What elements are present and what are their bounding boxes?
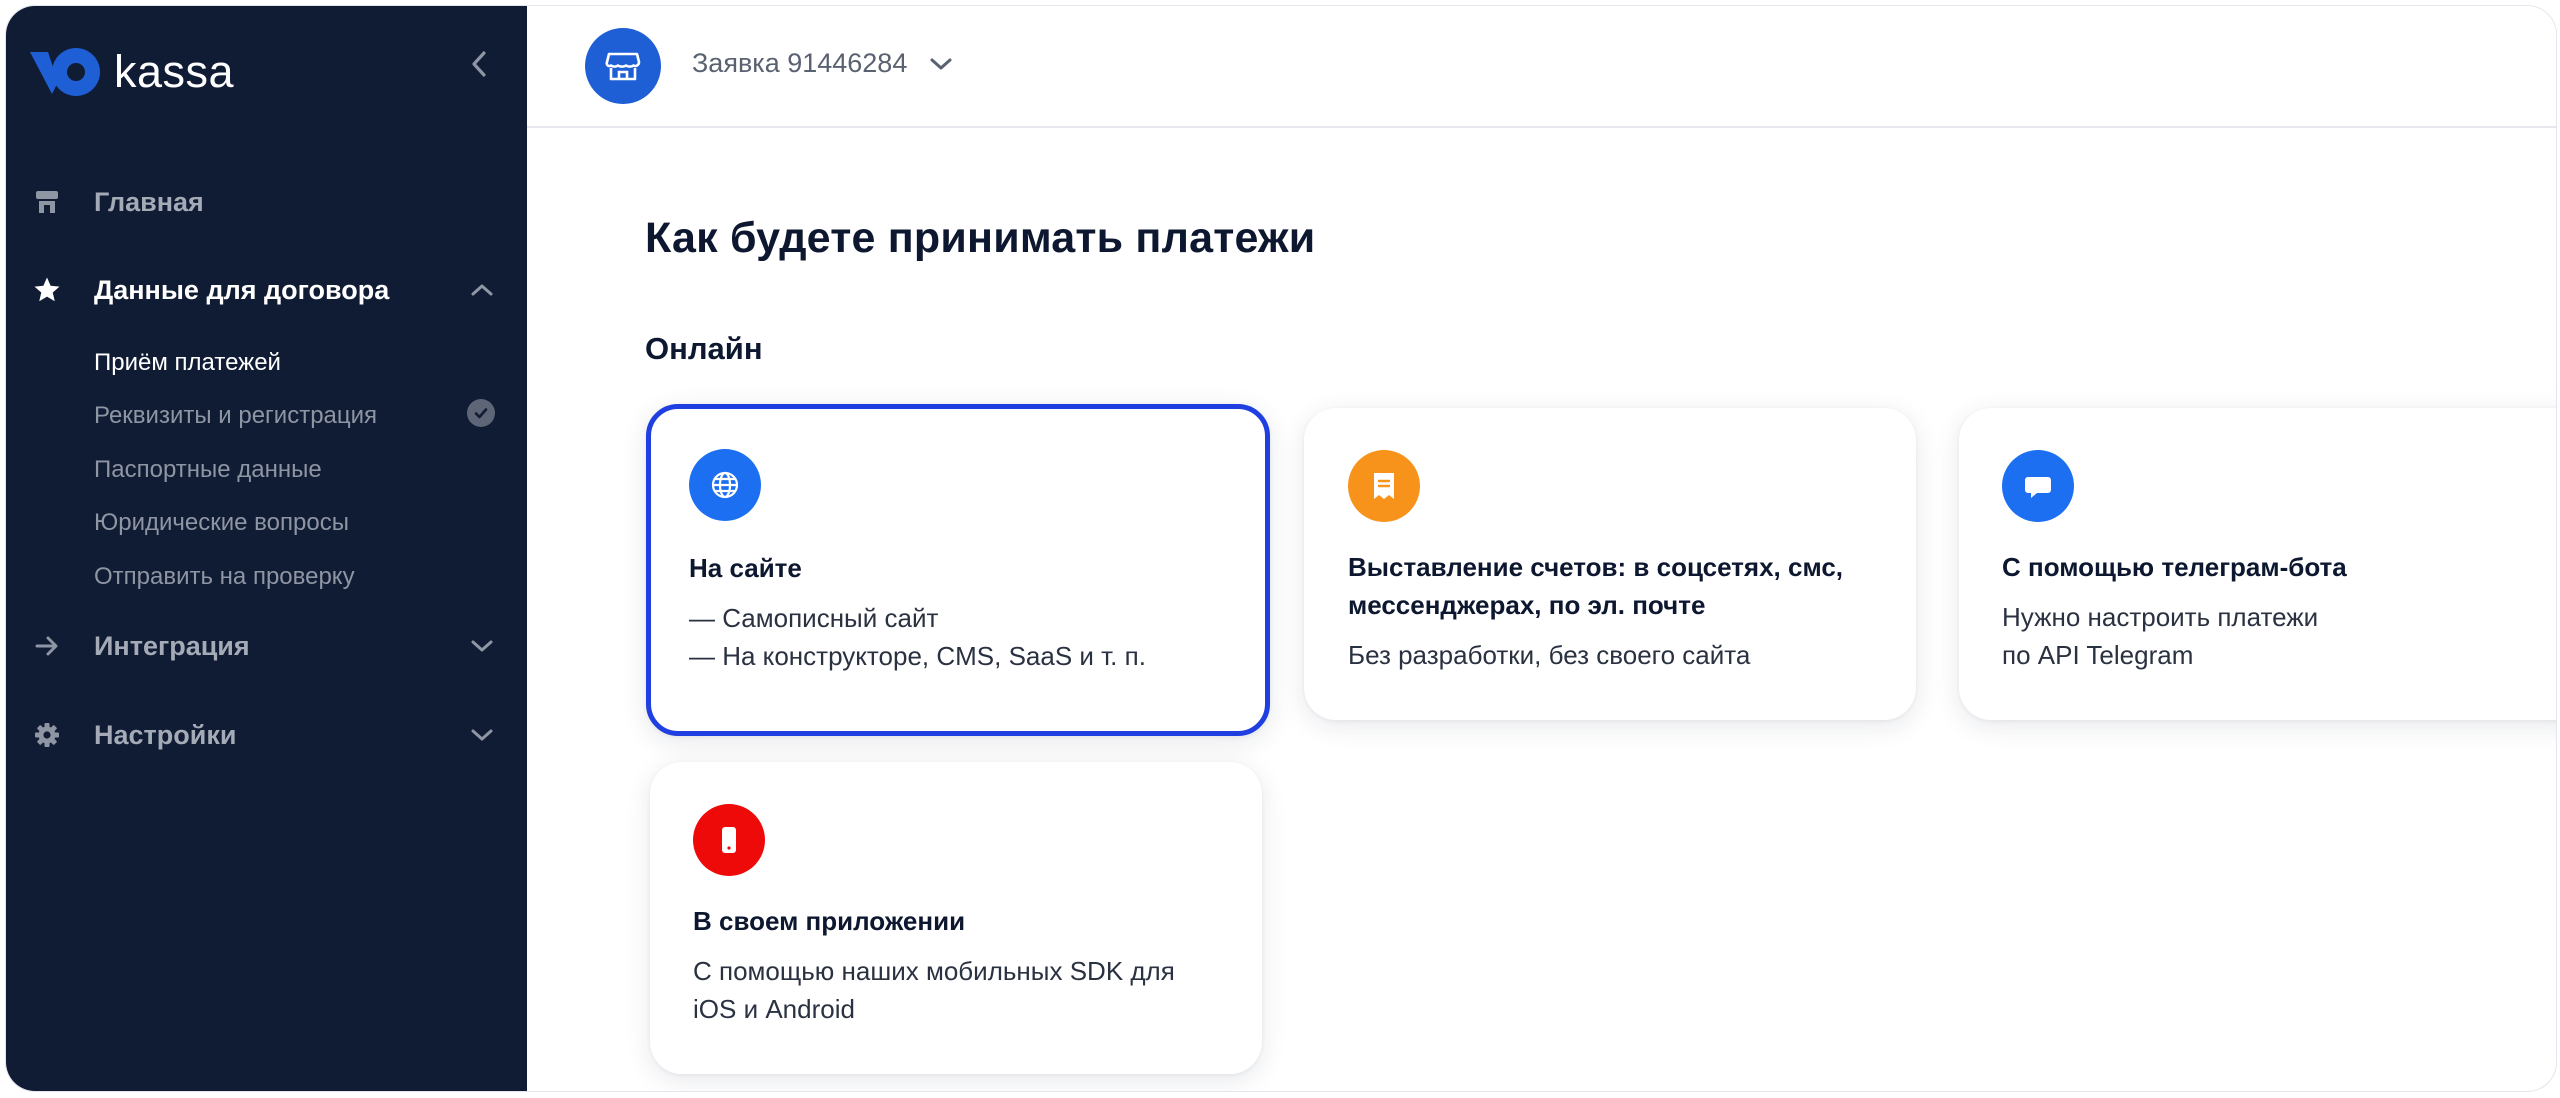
chevron-left-icon xyxy=(472,51,486,77)
card-description: — Самописный сайт — На конструкторе, CMS… xyxy=(689,603,1146,671)
sidebar-item-settings[interactable]: Настройки xyxy=(6,707,527,763)
star-icon xyxy=(32,275,62,305)
card-title: С помощью телеграм-бота xyxy=(2002,552,2347,582)
section-title: Онлайн xyxy=(645,331,763,366)
application-label: Заявка 91446284 xyxy=(692,48,908,78)
sidebar-item-home[interactable]: Главная xyxy=(6,174,527,230)
sidebar-subitem-passport[interactable]: Паспортные данные xyxy=(94,456,322,484)
sidebar: kassa Главная Данные для договора Приём … xyxy=(6,6,527,1091)
chevron-up-icon[interactable] xyxy=(464,272,500,308)
page-title: Как будете принимать платежи xyxy=(645,214,1316,262)
sidebar-item-label: Данные для договора xyxy=(94,274,390,305)
payment-option-card-invoices[interactable]: Выставление счетов: в соцсетях, смс, мес… xyxy=(1304,408,1916,720)
check-circle-icon xyxy=(467,399,495,427)
card-title: Выставление счетов: в соцсетях, смс, мес… xyxy=(1348,552,1844,620)
payment-option-card-website[interactable]: На сайте — Самописный сайт — На конструк… xyxy=(646,404,1270,736)
sidebar-item-contract-data[interactable]: Данные для договора xyxy=(6,262,527,318)
logo-mark-icon xyxy=(28,44,108,100)
card-title: На сайте xyxy=(689,553,802,583)
shop-avatar[interactable] xyxy=(585,28,661,104)
storefront-icon xyxy=(32,187,62,217)
sidebar-subitem-payment-acceptance[interactable]: Приём платежей xyxy=(94,349,281,377)
collapse-sidebar-button[interactable] xyxy=(461,46,497,82)
chat-bubble-icon xyxy=(2002,450,2074,522)
chevron-down-icon[interactable] xyxy=(464,717,500,753)
card-description: Без разработки, без своего сайта xyxy=(1348,640,1751,670)
sidebar-subitem-requisites[interactable]: Реквизиты и регистрация xyxy=(94,402,377,430)
card-description: Нужно настроить платежи по API Telegram xyxy=(2002,602,2319,670)
sidebar-item-integration[interactable]: Интеграция xyxy=(6,618,527,674)
card-description: С помощью наших мобильных SDK для iOS и … xyxy=(693,956,1175,1024)
logo-text: kassa xyxy=(114,46,235,97)
chevron-down-icon xyxy=(927,50,955,78)
app-window: kassa Главная Данные для договора Приём … xyxy=(5,5,2557,1092)
smartphone-icon xyxy=(693,804,765,876)
arrow-right-icon xyxy=(32,631,62,661)
sidebar-item-label: Интеграция xyxy=(94,630,250,661)
sidebar-subitem-submit-review[interactable]: Отправить на проверку xyxy=(94,563,355,591)
storefront-icon xyxy=(605,52,641,81)
top-bar: Заявка 91446284 xyxy=(527,6,2556,128)
application-selector[interactable]: Заявка 91446284 xyxy=(692,48,955,79)
chevron-down-icon[interactable] xyxy=(464,628,500,664)
card-title: В своем приложении xyxy=(693,906,966,936)
invoice-icon xyxy=(1348,450,1420,522)
sidebar-subitem-legal[interactable]: Юридические вопросы xyxy=(94,509,349,537)
logo[interactable]: kassa xyxy=(28,44,234,100)
payment-option-card-mobile-app[interactable]: В своем приложении С помощью наших мобил… xyxy=(650,762,1262,1074)
payment-option-card-telegram-bot[interactable]: С помощью телеграм-бота Нужно настроить … xyxy=(1959,408,2556,720)
sidebar-item-label: Настройки xyxy=(94,719,237,750)
gear-icon xyxy=(32,720,62,750)
sidebar-item-label: Главная xyxy=(94,186,204,217)
globe-icon xyxy=(689,449,761,521)
